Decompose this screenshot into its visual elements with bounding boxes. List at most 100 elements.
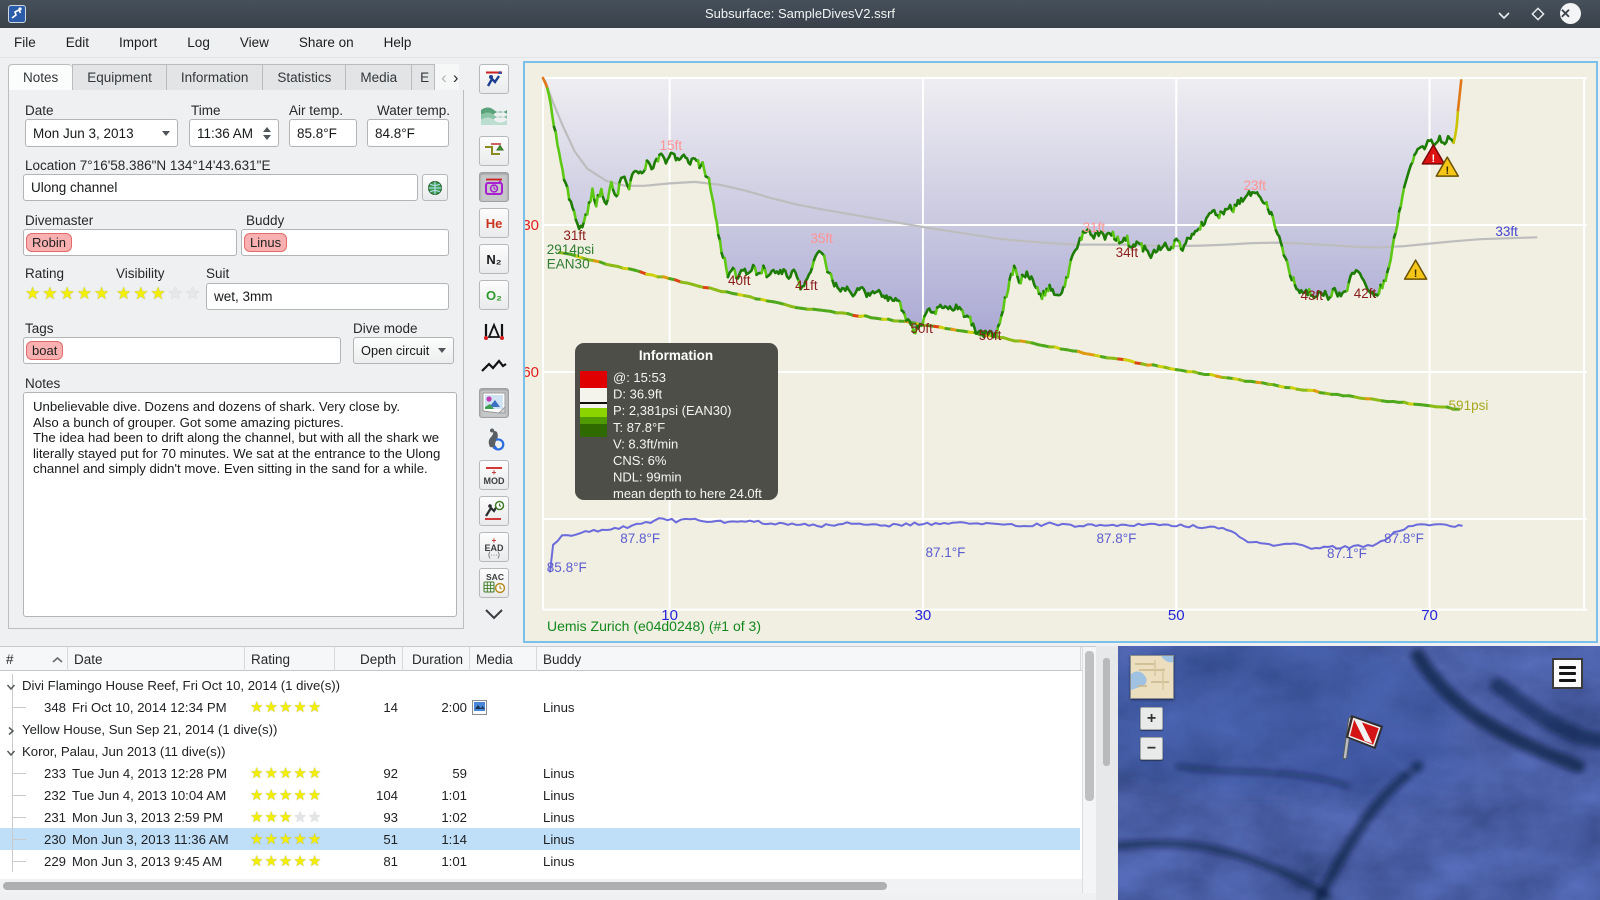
- tab-scroll-left-icon[interactable]: ‹: [441, 68, 447, 88]
- column-header-media[interactable]: Media: [470, 647, 537, 671]
- map-panel[interactable]: + −: [1118, 646, 1600, 900]
- close-button[interactable]: ✕: [1560, 3, 1581, 24]
- dive-mode-dropdown[interactable]: Open circuit: [353, 337, 454, 364]
- menu-view[interactable]: View: [238, 32, 271, 53]
- visibility-stars[interactable]: ★★★★★: [116, 285, 202, 302]
- ndl-button[interactable]: [479, 496, 509, 526]
- spinner-icons[interactable]: [263, 123, 271, 144]
- chevron-down-icon: [485, 609, 503, 620]
- tab-clipped[interactable]: E: [411, 64, 436, 91]
- star-icon: ★: [250, 764, 265, 782]
- water-temp-label: Water temp.: [377, 103, 451, 118]
- minimize-button[interactable]: [1493, 4, 1515, 24]
- visibility-label: Visibility: [116, 266, 165, 281]
- tab-scroll-right-icon[interactable]: ›: [453, 68, 459, 88]
- dive-rating: ★ ★ ★ ★ ★: [250, 696, 335, 718]
- air-temp-field[interactable]: 85.8°F: [289, 119, 357, 147]
- star-icon: ★: [250, 830, 265, 848]
- oxygen-graph-button[interactable]: O₂: [479, 280, 509, 310]
- tab-statistics[interactable]: Statistics: [262, 64, 346, 91]
- dive-row[interactable]: 232 Tue Jun 4, 2013 10:04 AM ★ ★ ★ ★ ★ 104 1:01 L…: [0, 784, 1080, 806]
- location-input[interactable]: Ulong channel: [23, 174, 418, 201]
- column-header-num[interactable]: #: [0, 647, 68, 671]
- water-temp-field[interactable]: 84.8°F: [367, 119, 449, 147]
- heart-rate-button[interactable]: [479, 352, 509, 382]
- dive-buddy: Linus: [543, 787, 575, 803]
- oxygen-graph-icon: O₂: [486, 287, 502, 303]
- star-icon: ★: [293, 698, 308, 716]
- tab-information[interactable]: Information: [165, 64, 263, 91]
- calculated-ceiling-button[interactable]: [479, 136, 509, 166]
- dive-list-body: Divi Flamingo House Reef, Fri Oct 10, 20…: [0, 672, 1080, 894]
- dive-list-vertical-scrollbar[interactable]: [1082, 647, 1096, 893]
- dc-reported-ceiling-button[interactable]: [479, 172, 509, 202]
- column-header-depth[interactable]: Depth: [335, 647, 403, 671]
- menu-edit[interactable]: Edit: [64, 32, 91, 53]
- time-spinbox[interactable]: 11:36 AM: [189, 119, 279, 147]
- sac-button[interactable]: SAC: [479, 568, 509, 598]
- menu-import[interactable]: Import: [117, 32, 159, 53]
- calculated-ceiling-icon: [485, 143, 504, 155]
- dive-rating: ★ ★ ★ ★ ★: [250, 784, 335, 806]
- gas-change-button[interactable]: [479, 424, 509, 454]
- menu-share-on[interactable]: Share on: [297, 32, 356, 53]
- dive-list-horizontal-scrollbar[interactable]: [0, 879, 1082, 893]
- trip-row[interactable]: Koror, Palau, Jun 2013 (11 dive(s)): [0, 740, 1080, 762]
- overview-map-button[interactable]: [1130, 655, 1174, 699]
- dive-row[interactable]: 230 Mon Jun 3, 2013 11:36 AM ★ ★ ★ ★ ★ 51 1:14 Li…: [0, 828, 1080, 850]
- tab-notes[interactable]: Notes: [8, 64, 73, 91]
- nitrogen-graph-button[interactable]: N₂: [479, 244, 509, 274]
- dive-row[interactable]: 233 Tue Jun 4, 2013 12:28 PM ★ ★ ★ ★ ★ 92 59 Linu…: [0, 762, 1080, 784]
- divemaster-chip[interactable]: Robin: [26, 233, 72, 252]
- star-icon: ★: [278, 808, 294, 826]
- tag-chip[interactable]: boat: [26, 341, 64, 360]
- date-dropdown[interactable]: Mon Jun 3, 2013: [25, 119, 178, 147]
- globe-button[interactable]: [422, 174, 448, 201]
- collapse-icon[interactable]: [6, 746, 16, 761]
- suit-input[interactable]: wet, 3mm: [206, 283, 449, 310]
- tags-input[interactable]: boat: [23, 337, 341, 364]
- dive-computer-button[interactable]: [479, 64, 509, 94]
- waves-button[interactable]: [479, 100, 509, 130]
- maximize-button[interactable]: [1527, 4, 1549, 24]
- temperature-line: [549, 517, 1463, 573]
- menu-log[interactable]: Log: [185, 32, 212, 53]
- helium-graph-button[interactable]: He: [479, 208, 509, 238]
- map-zoom-in-button[interactable]: +: [1140, 707, 1163, 730]
- tab-equipment[interactable]: Equipment: [72, 64, 166, 91]
- dive-row[interactable]: 231 Mon Jun 3, 2013 2:59 PM ★ ★ ★ ★ ★ 93 1:02 Lin…: [0, 806, 1080, 828]
- rating-stars[interactable]: ★★★★★: [25, 285, 111, 302]
- expand-icon[interactable]: [6, 724, 16, 739]
- media-icon[interactable]: [472, 696, 492, 718]
- dive-profile-chart[interactable]: 10 30 50 70306015ft35ft31ft23ft31ft40ft 41ft…: [522, 63, 1596, 641]
- photos-button[interactable]: [479, 388, 509, 418]
- tab-media[interactable]: Media: [345, 64, 412, 91]
- dive-row[interactable]: 229 Mon Jun 3, 2013 9:45 AM ★ ★ ★ ★ ★ 81 1:01 Lin…: [0, 850, 1080, 872]
- column-header-date[interactable]: Date: [68, 647, 245, 671]
- tissue-delta-button[interactable]: [479, 316, 509, 346]
- trip-row[interactable]: Yellow House, Sun Sep 21, 2014 (1 dive(s…: [0, 718, 1080, 740]
- collapse-icon[interactable]: [6, 680, 16, 695]
- star-icon: ★: [278, 786, 294, 804]
- star-icon: ★: [293, 852, 308, 870]
- divemaster-input[interactable]: Robin: [23, 229, 237, 256]
- mod-button[interactable]: + MOD: [479, 460, 509, 490]
- notes-textarea[interactable]: Unbelievable dive. Dozens and dozens of …: [23, 392, 457, 617]
- column-header-buddy[interactable]: Buddy: [537, 647, 1081, 671]
- ead-button[interactable]: + EAD (···): [479, 532, 509, 562]
- menu-file[interactable]: File: [12, 32, 38, 53]
- buddy-chip[interactable]: Linus: [244, 233, 288, 252]
- trip-row[interactable]: Divi Flamingo House Reef, Fri Oct 10, 20…: [0, 674, 1080, 696]
- map-menu-button[interactable]: [1552, 658, 1583, 689]
- dive-list-header[interactable]: # Date Rating Depth Duration Media Buddy: [0, 647, 1096, 671]
- column-header-rating[interactable]: Rating: [245, 647, 335, 671]
- column-header-duration[interactable]: Duration: [403, 647, 470, 671]
- menu-help[interactable]: Help: [382, 32, 414, 53]
- dive-flag-marker[interactable]: [1330, 708, 1390, 770]
- buddy-input[interactable]: Linus: [241, 229, 449, 256]
- map-zoom-out-button[interactable]: −: [1140, 737, 1163, 760]
- profile-collapse-button[interactable]: [481, 608, 507, 624]
- panel-splitter[interactable]: [1096, 646, 1118, 900]
- dive-date: Tue Jun 4, 2013 12:28 PM: [72, 765, 227, 781]
- dive-row[interactable]: 348 Fri Oct 10, 2014 12:34 PM ★ ★ ★ ★ ★ 14 2:00 L…: [0, 696, 1080, 718]
